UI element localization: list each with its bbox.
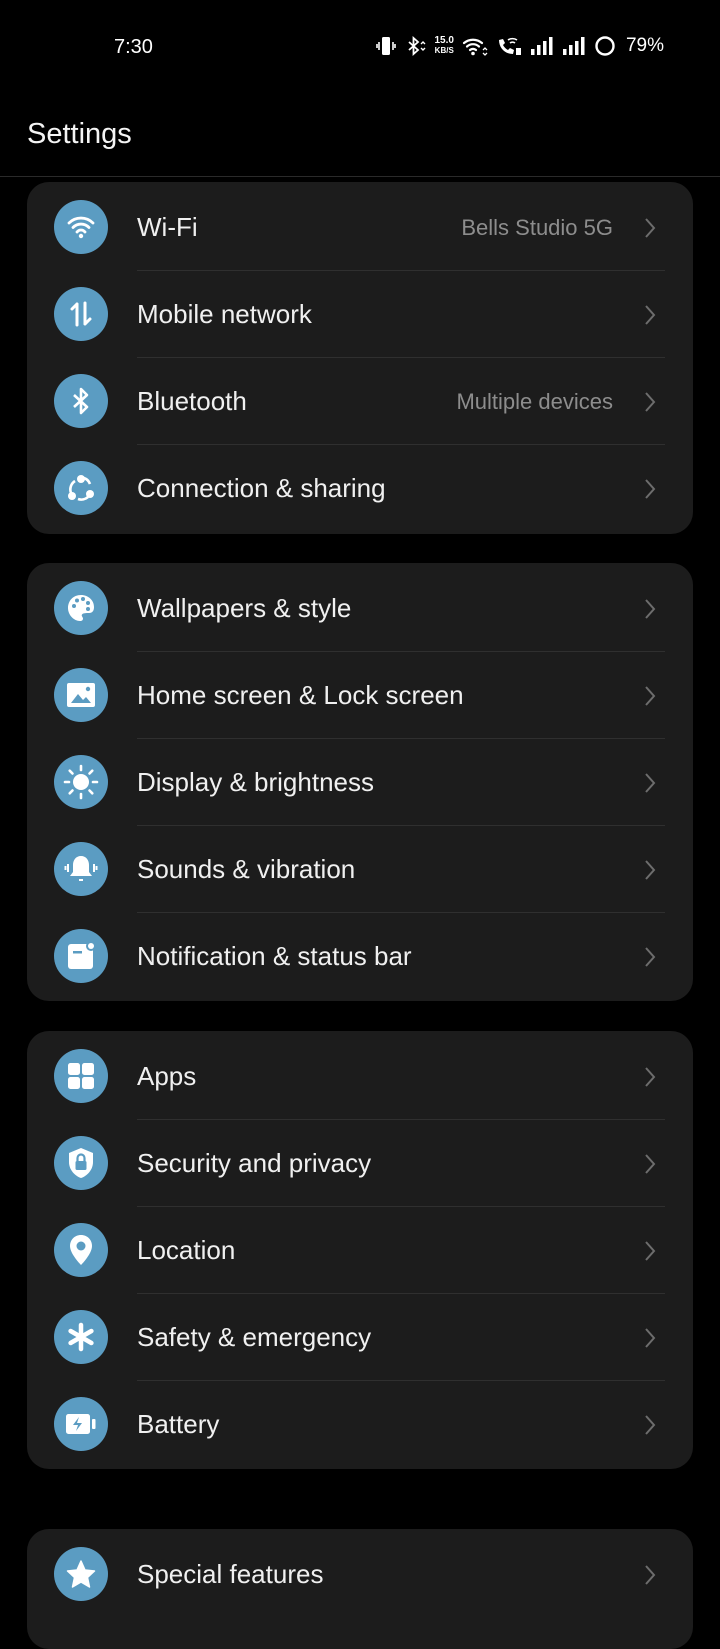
settings-group-personalization: Wallpapers & style Home screen & Lock sc…: [27, 563, 693, 1001]
wifi-network-value: Bells Studio 5G: [461, 215, 613, 240]
chevron-right-icon: [645, 305, 656, 325]
chevron-right-icon: [645, 947, 656, 967]
network-speed-value: 15.0: [434, 35, 454, 46]
settings-item-security-privacy[interactable]: Security and privacy: [27, 1120, 693, 1207]
bluetooth-status-value: Multiple devices: [456, 389, 613, 414]
network-speed-unit: KB/S: [434, 46, 454, 55]
settings-item-home-lock-screen[interactable]: Home screen & Lock screen: [27, 652, 693, 739]
bluetooth-icon: [54, 374, 108, 428]
chevron-right-icon: [645, 686, 656, 706]
network-speed: 15.0 KB/S: [435, 36, 454, 56]
settings-item-mobile-network[interactable]: Mobile network: [27, 271, 693, 358]
page-header: Settings: [0, 100, 720, 177]
wifi-icon: [54, 200, 108, 254]
settings-item-special-features[interactable]: Special features: [27, 1531, 693, 1618]
settings-item-wallpapers-style[interactable]: Wallpapers & style: [27, 565, 693, 652]
palette-icon: [54, 581, 108, 635]
settings-item-label: Display & brightness: [137, 767, 374, 797]
settings-item-label: Location: [137, 1235, 236, 1265]
settings-item-apps[interactable]: Apps: [27, 1033, 693, 1120]
settings-item-safety-emergency[interactable]: Safety & emergency: [27, 1294, 693, 1381]
settings-item-label: Special features: [137, 1559, 324, 1589]
chevron-right-icon: [645, 860, 656, 880]
settings-item-label: Sounds & vibration: [137, 854, 356, 884]
bell-icon: [54, 842, 108, 896]
settings-group-connectivity: Wi-Fi Bells Studio 5G Mobile network Blu…: [27, 182, 693, 534]
settings-item-label: Wallpapers & style: [137, 593, 352, 623]
mobile-data-icon: [54, 287, 108, 341]
settings-item-label: Safety & emergency: [137, 1322, 372, 1352]
settings-item-label: Battery: [137, 1409, 220, 1439]
wifi-icon: [462, 35, 488, 57]
status-time: 7:30: [114, 36, 153, 58]
settings-item-label: Mobile network: [137, 299, 312, 329]
settings-item-bluetooth[interactable]: Bluetooth Multiple devices: [27, 358, 693, 445]
page-title: Settings: [27, 118, 132, 150]
notification-icon: [54, 929, 108, 983]
settings-item-sounds-vibration[interactable]: Sounds & vibration: [27, 826, 693, 913]
battery-charging-icon: [54, 1397, 108, 1451]
chevron-right-icon: [645, 1565, 656, 1585]
settings-item-label: Wi-Fi: [137, 212, 198, 242]
chevron-right-icon: [645, 479, 656, 499]
chevron-right-icon: [645, 1415, 656, 1435]
chevron-right-icon: [645, 773, 656, 793]
chevron-right-icon: [645, 1067, 656, 1087]
settings-item-location[interactable]: Location: [27, 1207, 693, 1294]
settings-item-notification-status-bar[interactable]: Notification & status bar: [27, 913, 693, 1000]
share-icon: [54, 461, 108, 515]
settings-group-features: Special features: [27, 1529, 693, 1649]
settings-item-label: Bluetooth: [137, 386, 247, 416]
settings-group-system: Apps Security and privacy Location Safet…: [27, 1031, 693, 1469]
settings-item-label: Security and privacy: [137, 1148, 372, 1178]
settings-item-label: Apps: [137, 1061, 197, 1091]
apps-grid-icon: [54, 1049, 108, 1103]
wifi-calling-icon: [496, 35, 522, 57]
settings-item-battery[interactable]: Battery: [27, 1381, 693, 1468]
battery-ring-icon: [594, 35, 616, 57]
settings-item-label: Notification & status bar: [137, 941, 412, 971]
chevron-right-icon: [645, 218, 656, 238]
chevron-right-icon: [645, 599, 656, 619]
bluetooth-icon: [405, 35, 427, 57]
asterisk-icon: [54, 1310, 108, 1364]
chevron-right-icon: [645, 1154, 656, 1174]
settings-item-connection-sharing[interactable]: Connection & sharing: [27, 445, 693, 532]
battery-percent: 79%: [625, 35, 664, 56]
settings-item-label: Connection & sharing: [137, 473, 386, 503]
status-bar: 7:30 15.0 KB/S 79%: [0, 0, 720, 90]
settings-item-display-brightness[interactable]: Display & brightness: [27, 739, 693, 826]
chevron-right-icon: [645, 1328, 656, 1348]
vibrate-icon: [375, 35, 397, 57]
shield-lock-icon: [54, 1136, 108, 1190]
settings-item-wifi[interactable]: Wi-Fi Bells Studio 5G: [27, 184, 693, 271]
star-icon: [54, 1547, 108, 1601]
brightness-icon: [54, 755, 108, 809]
chevron-right-icon: [645, 392, 656, 412]
image-icon: [54, 668, 108, 722]
status-icons: 15.0 KB/S 79%: [375, 34, 664, 58]
signal-icon-sim2: [562, 36, 586, 56]
location-pin-icon: [54, 1223, 108, 1277]
signal-icon-sim1: [530, 36, 554, 56]
chevron-right-icon: [645, 1241, 656, 1261]
settings-item-label: Home screen & Lock screen: [137, 680, 464, 710]
